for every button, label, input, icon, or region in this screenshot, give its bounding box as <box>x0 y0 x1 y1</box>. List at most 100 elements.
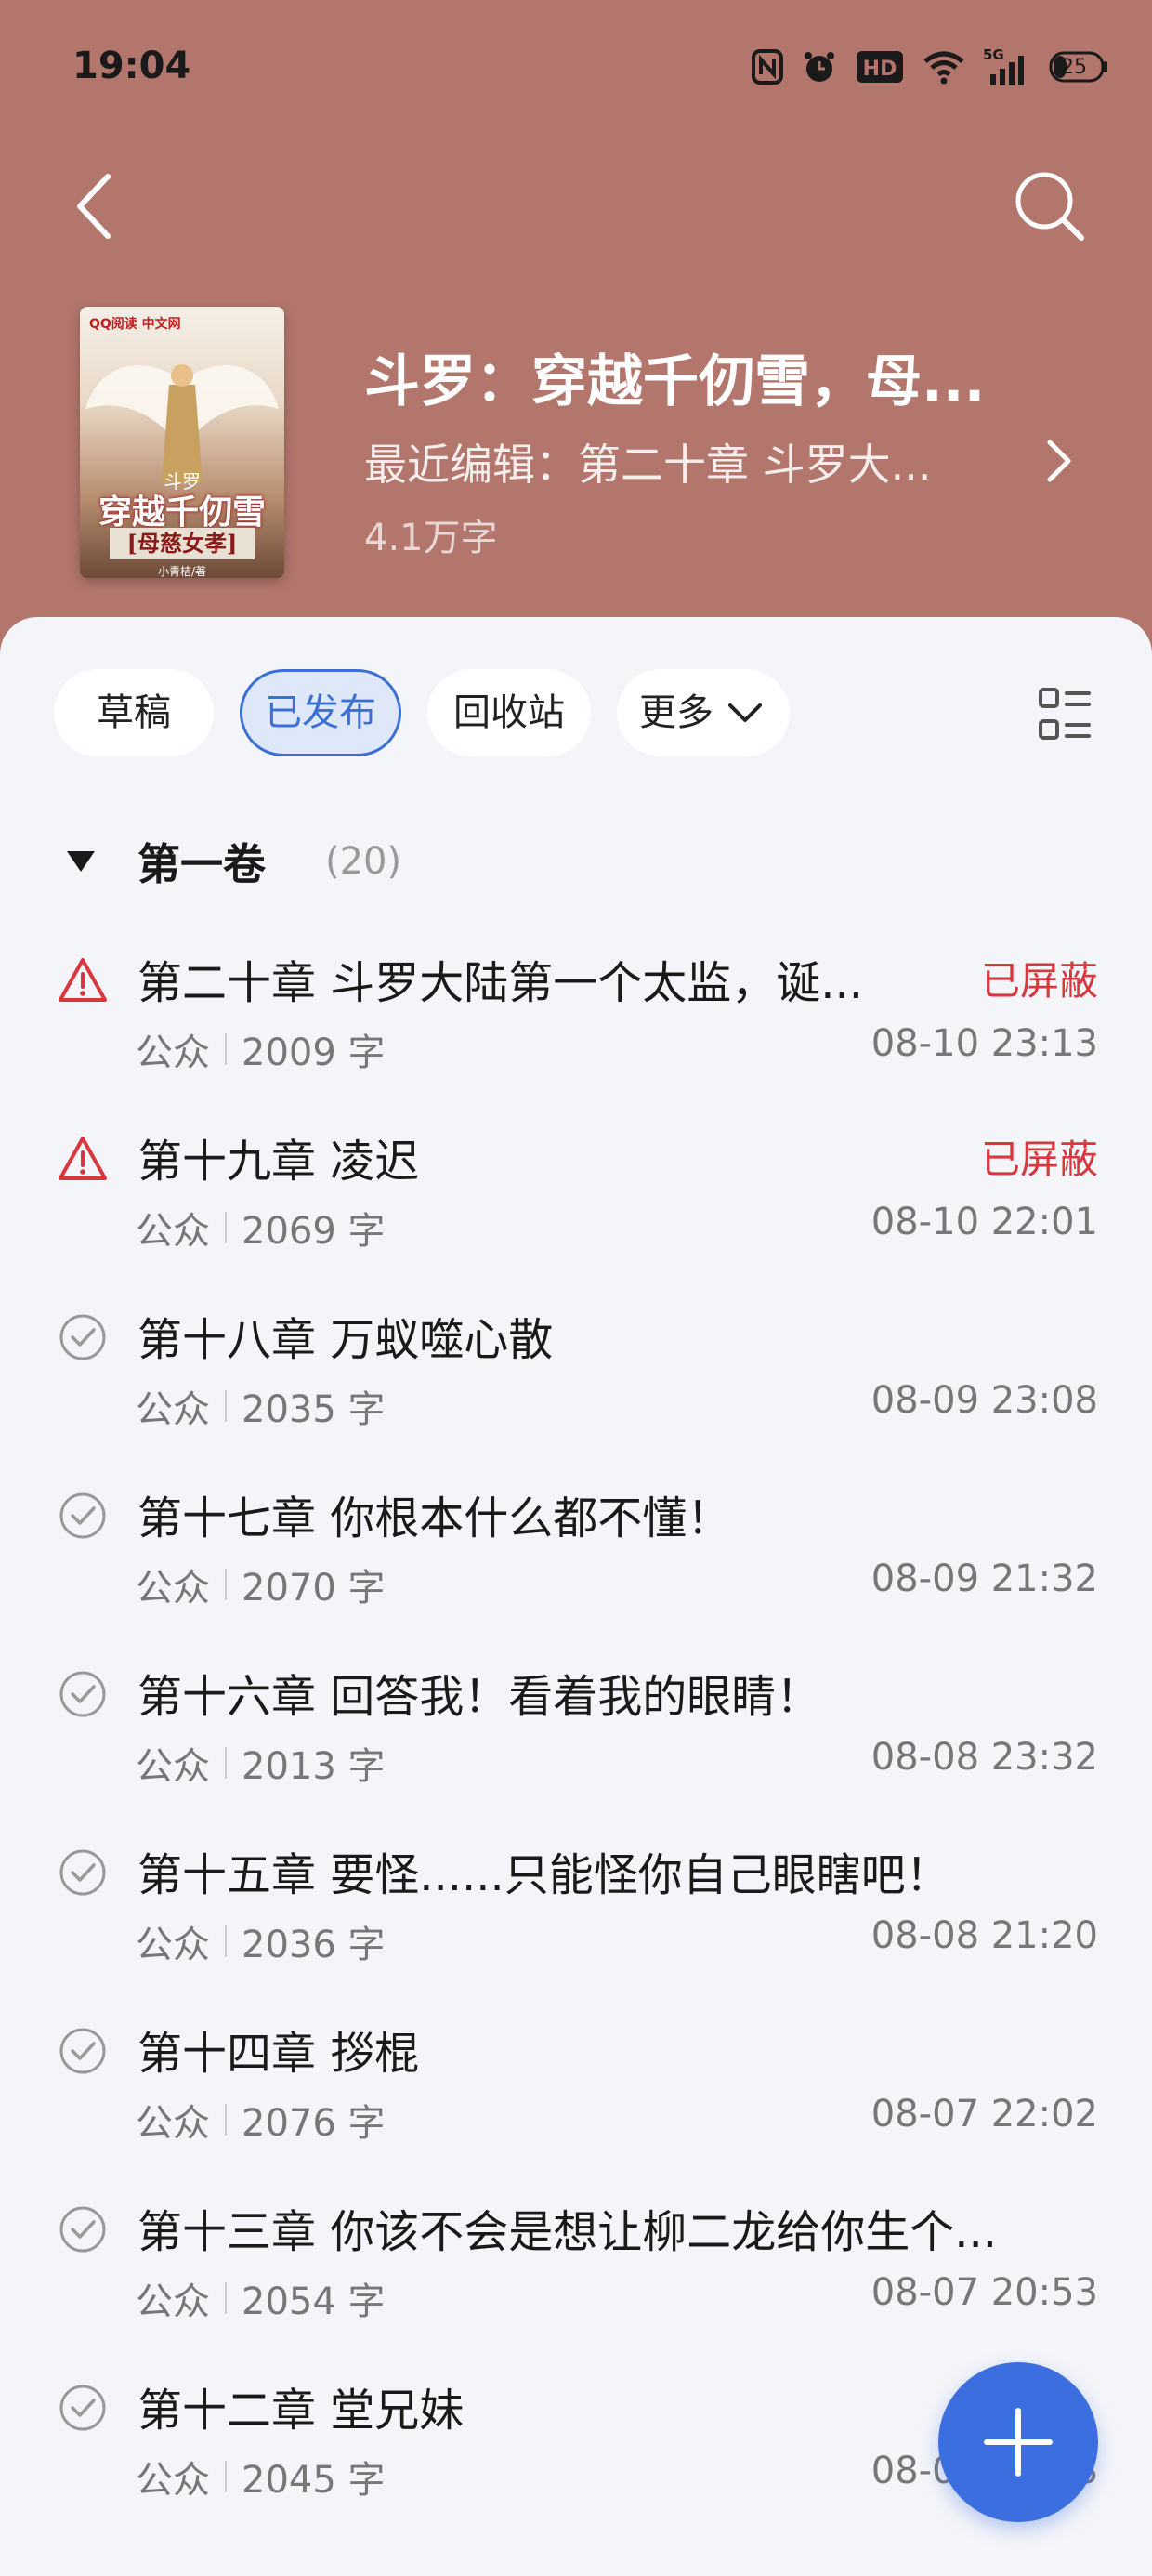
chapter-meta: 公众 2036 字 <box>136 1914 386 1968</box>
check-circle-icon <box>59 2028 106 2074</box>
tab-label: 回收站 <box>453 691 565 734</box>
check-circle-icon <box>59 1671 106 1717</box>
tab-more[interactable]: 更多 <box>617 669 790 756</box>
chapter-item[interactable]: 第十八章 万蚁噬心散 公众 2035 字 08-09 23:08 <box>0 1294 1152 1472</box>
chapter-item[interactable]: 第二十章 斗罗大陆第一个太监，诞... 已屏蔽 公众 2009 字 08-10 2… <box>0 937 1152 1115</box>
filter-tabs: 草稿 已发布 回收站 更多 <box>54 669 790 756</box>
divider <box>225 2461 227 2492</box>
collapse-triangle-icon[interactable] <box>65 848 97 875</box>
divider <box>225 1033 227 1065</box>
back-icon[interactable] <box>67 169 123 243</box>
hd-icon: HD <box>857 51 903 83</box>
svg-text:HD: HD <box>863 58 897 81</box>
nfc-icon <box>752 49 783 85</box>
chapter-time: 08-08 21:20 <box>871 1914 1098 1957</box>
divider <box>225 1747 227 1779</box>
chapter-words: 2013 字 <box>242 1745 386 1788</box>
check-circle-icon <box>59 2206 106 2253</box>
chapter-title: 第十九章 凌迟 <box>137 1136 420 1188</box>
divider <box>225 2282 227 2314</box>
chapter-source: 公众 <box>136 1567 210 1610</box>
tab-label: 更多 <box>639 691 713 734</box>
chapter-item[interactable]: 第十三章 你该不会是想让柳二龙给你生个... 公众 2054 字 08-07 20… <box>0 2186 1152 2364</box>
chapter-source: 公众 <box>136 2280 210 2323</box>
chapter-meta: 公众 2035 字 <box>136 1379 386 1433</box>
alarm-icon <box>805 52 834 82</box>
chapter-item[interactable]: 第十七章 你根本什么都不懂！ 公众 2070 字 08-09 21:32 <box>0 1472 1152 1650</box>
cover-subtitle: [母慈女孝] <box>110 528 255 559</box>
chapter-title: 第十六章 回答我！看着我的眼睛！ <box>137 1671 821 1723</box>
divider <box>225 1925 227 1957</box>
list-view-icon[interactable] <box>1037 686 1093 742</box>
volume-header[interactable]: 第一卷 (20) <box>65 829 401 894</box>
chapter-words: 2009 字 <box>242 1032 386 1074</box>
chapter-item[interactable]: 第十四章 拶棍 公众 2076 字 08-07 22:02 <box>0 2007 1152 2186</box>
chapter-source: 公众 <box>136 1388 210 1431</box>
divider <box>225 1390 227 1422</box>
chapter-title: 第十二章 堂兄妹 <box>137 2385 465 2437</box>
divider <box>225 1212 227 1243</box>
chevron-down-icon <box>728 703 762 722</box>
chapter-words: 2035 字 <box>242 1388 386 1431</box>
chapter-title: 第二十章 斗罗大陆第一个太监，诞... <box>137 957 864 1009</box>
check-circle-icon <box>59 2385 106 2431</box>
volume-count: (20) <box>325 840 402 883</box>
plus-icon <box>984 2408 1053 2477</box>
chapter-time: 08-10 23:13 <box>871 1022 1098 1065</box>
search-icon[interactable] <box>1013 169 1087 243</box>
chapter-meta: 公众 2009 字 <box>136 1022 386 1076</box>
cover-publisher-logo: QQ阅读 中文网 <box>89 317 181 332</box>
check-circle-icon <box>59 1492 106 1539</box>
chapter-title: 第十七章 你根本什么都不懂！ <box>137 1492 732 1544</box>
chapter-title: 第十四章 拶棍 <box>137 2028 420 2080</box>
status-icons: HD 5G 25 <box>751 41 1107 93</box>
chapter-status: 已屏蔽 <box>980 1137 1098 1182</box>
add-chapter-button[interactable] <box>938 2362 1098 2522</box>
chapter-panel: 草稿 已发布 回收站 更多 第一卷 (20) 第二十章 斗罗大陆第一个太监，诞.… <box>0 617 1152 2576</box>
tab-recycle-bin[interactable]: 回收站 <box>427 669 591 756</box>
chapter-meta: 公众 2070 字 <box>136 1557 386 1611</box>
volume-name: 第一卷 <box>137 839 266 889</box>
chapter-time: 08-07 22:02 <box>871 2093 1098 2136</box>
chapter-list: 第二十章 斗罗大陆第一个太监，诞... 已屏蔽 公众 2009 字 08-10 2… <box>0 937 1152 2543</box>
chapter-meta: 公众 2076 字 <box>136 2093 386 2147</box>
chapter-source: 公众 <box>136 2459 210 2502</box>
chevron-right-icon[interactable] <box>1041 433 1078 489</box>
book-header: 19:04 HD 5G 25 QQ阅读 中文网 斗罗 穿越千仞雪 [母慈女孝] … <box>0 0 1152 669</box>
chapter-words: 2070 字 <box>242 1567 386 1610</box>
wifi-icon <box>923 51 964 85</box>
chapter-meta: 公众 2013 字 <box>136 1736 386 1790</box>
check-circle-icon <box>59 1849 106 1896</box>
word-count: 4.1万字 <box>364 517 498 559</box>
chapter-item[interactable]: 第十五章 要怪......只能怪你自己眼瞎吧！ 公众 2036 字 08-08 2… <box>0 1829 1152 2007</box>
chapter-item[interactable]: 第十六章 回答我！看着我的眼睛！ 公众 2013 字 08-08 23:32 <box>0 1650 1152 1829</box>
chapter-source: 公众 <box>136 1210 210 1253</box>
status-bar: 19:04 HD 5G 25 <box>0 0 1152 139</box>
cover-author: 小青桔/著 <box>157 565 207 578</box>
chapter-item[interactable]: 第十九章 凌迟 已屏蔽 公众 2069 字 08-10 22:01 <box>0 1115 1152 1294</box>
tab-drafts[interactable]: 草稿 <box>54 669 214 756</box>
chapter-meta: 公众 2069 字 <box>136 1201 386 1255</box>
tab-published[interactable]: 已发布 <box>240 669 401 756</box>
divider <box>225 1569 227 1600</box>
chapter-time: 08-10 22:01 <box>871 1201 1098 1243</box>
check-circle-icon <box>59 1314 106 1360</box>
chapter-source: 公众 <box>136 2102 210 2145</box>
last-edit-link[interactable]: 最近编辑：第二十章 斗罗大... <box>364 431 996 493</box>
chapter-words: 2069 字 <box>242 1210 386 1253</box>
chapter-time: 08-07 20:53 <box>871 2271 1098 2314</box>
warning-icon <box>59 958 107 1002</box>
chapter-words: 2076 字 <box>242 2102 386 2145</box>
book-cover[interactable]: QQ阅读 中文网 斗罗 穿越千仞雪 [母慈女孝] 小青桔/著 <box>80 307 284 578</box>
tab-label: 已发布 <box>265 691 376 734</box>
book-title[interactable]: 斗罗：穿越千仞雪，母... <box>364 336 1033 417</box>
divider <box>225 2104 227 2136</box>
chapter-source: 公众 <box>136 1924 210 1966</box>
chapter-source: 公众 <box>136 1745 210 1788</box>
status-time: 19:04 <box>72 45 191 87</box>
chapter-words: 2036 字 <box>242 1924 386 1966</box>
chapter-words: 2045 字 <box>242 2459 386 2502</box>
warning-icon <box>59 1137 107 1180</box>
chapter-words: 2054 字 <box>242 2280 386 2323</box>
chapter-title: 第十三章 你该不会是想让柳二龙给你生个... <box>137 2206 998 2258</box>
